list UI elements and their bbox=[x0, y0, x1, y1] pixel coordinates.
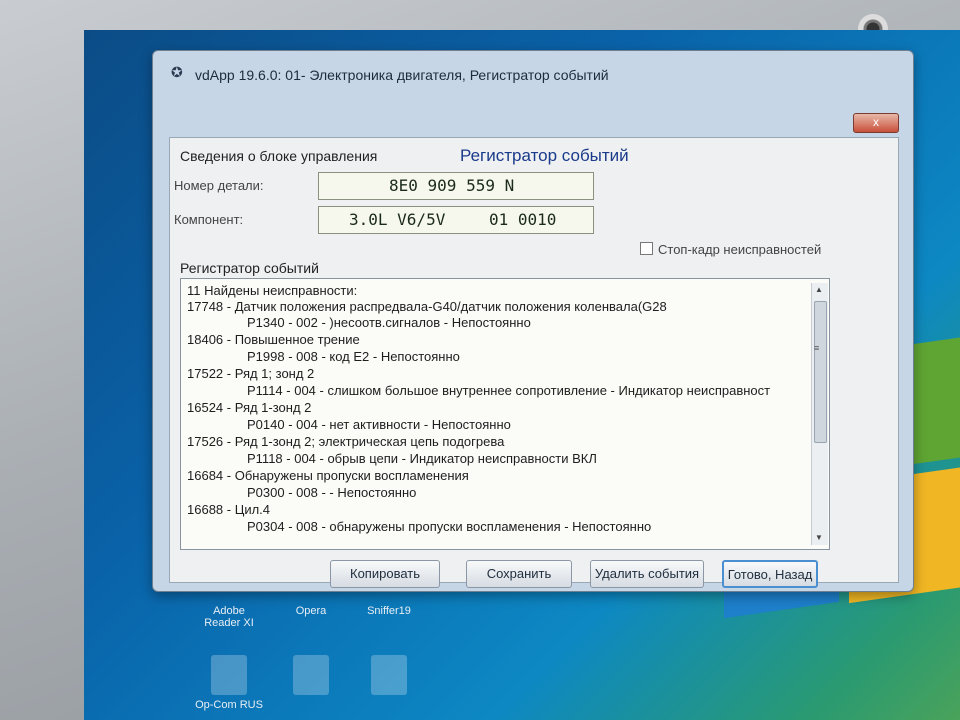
part-number-value: 8E0 909 559 N bbox=[389, 176, 515, 195]
close-button[interactable]: x bbox=[853, 113, 899, 133]
list-item: 16524 - Ряд 1-зонд 2 bbox=[187, 400, 312, 415]
event-log-list[interactable]: 11 Найдены неисправности: 17748 - Датчик… bbox=[180, 278, 830, 550]
window-title: vdApp 19.6.0: 01- Электроника двигателя,… bbox=[195, 67, 609, 83]
list-item: P0300 - 008 - - Непостоянно bbox=[247, 485, 417, 500]
list-item: 18406 - Повышенное трение bbox=[187, 332, 360, 347]
component-value: 3.0L V6/5V bbox=[349, 210, 446, 229]
list-item: P1114 - 004 - слишком большое внутреннее… bbox=[247, 383, 771, 398]
copy-button[interactable]: Копировать bbox=[330, 560, 440, 588]
desktop-icon-label: Adobe Reader XI bbox=[204, 605, 254, 629]
vertical-scrollbar[interactable]: ▲ ≡ ▼ bbox=[811, 283, 828, 545]
desktop-icon-adobe[interactable]: Adobe Reader XI bbox=[194, 605, 264, 629]
scroll-thumb[interactable] bbox=[814, 301, 827, 443]
component-label: Компонент: bbox=[174, 212, 244, 227]
scroll-up-icon[interactable]: ▲ bbox=[815, 285, 823, 294]
desktop-icon-sniffer[interactable]: Sniffer19 bbox=[354, 605, 424, 617]
freeze-frame-checkbox[interactable]: Стоп-кадр неисправностей bbox=[640, 242, 821, 257]
desktop-icons: Adobe Reader XI Opera Sniffer19 Op-Com R… bbox=[194, 605, 554, 720]
list-item: 17748 - Датчик положения распредвала-G40… bbox=[187, 299, 667, 314]
component-field: 3.0L V6/5V 01 0010 bbox=[318, 206, 594, 234]
page-title: Регистратор событий bbox=[460, 146, 629, 165]
title-bar[interactable]: ✪ vdApp 19.6.0: 01- Электроника двигател… bbox=[153, 51, 913, 95]
app-window: ✪ vdApp 19.6.0: 01- Электроника двигател… bbox=[152, 50, 914, 592]
dialog-body: Сведения о блоке управления Регистратор … bbox=[169, 137, 899, 588]
part-number-label: Номер детали: bbox=[174, 178, 264, 193]
list-item: 17522 - Ряд 1; зонд 2 bbox=[187, 366, 315, 381]
desktop-icon-opera[interactable]: Opera bbox=[276, 605, 346, 617]
list-item: 11 Найдены неисправности: bbox=[187, 283, 358, 298]
desktop-icon-shortcut[interactable] bbox=[276, 655, 346, 699]
program-icon bbox=[293, 655, 329, 695]
list-item: P0140 - 004 - нет активности - Непостоян… bbox=[247, 417, 511, 432]
list-item: P1118 - 004 - обрыв цепи - Индикатор неи… bbox=[247, 451, 597, 466]
delete-events-button[interactable]: Удалить события bbox=[590, 560, 704, 588]
list-item: P1340 - 002 - )несоотв.сигналов - Непост… bbox=[247, 315, 531, 330]
grip-icon: ≡ bbox=[814, 343, 820, 353]
desktop-icon-label: Op-Com RUS bbox=[195, 699, 263, 711]
desktop-icon-label: Sniffer19 bbox=[367, 605, 411, 617]
freeze-frame-label: Стоп-кадр неисправностей bbox=[658, 242, 822, 257]
control-unit-group-label: Сведения о блоке управления bbox=[180, 148, 378, 164]
done-back-button[interactable]: Готово, Назад bbox=[722, 560, 818, 588]
scroll-down-icon[interactable]: ▼ bbox=[815, 533, 823, 542]
list-item: 16688 - Цил.4 bbox=[187, 502, 271, 517]
program-icon bbox=[211, 655, 247, 695]
event-log-label: Регистратор событий bbox=[180, 260, 319, 276]
save-button[interactable]: Сохранить bbox=[466, 560, 572, 588]
desktop-icon-file[interactable] bbox=[354, 655, 424, 699]
app-icon: ✪ bbox=[171, 64, 183, 80]
list-item: P1998 - 008 - код E2 - Непостоянно bbox=[247, 349, 460, 364]
desktop: Adobe Reader XI Opera Sniffer19 Op-Com R… bbox=[84, 30, 960, 720]
list-item: 16684 - Обнаружены пропуски воспламенени… bbox=[187, 468, 469, 483]
program-icon bbox=[371, 655, 407, 695]
desktop-icon-label: Opera bbox=[295, 605, 327, 617]
component-code: 01 0010 bbox=[489, 210, 557, 229]
part-number-field: 8E0 909 559 N bbox=[318, 172, 594, 200]
desktop-icon-opcom[interactable]: Op-Com RUS bbox=[194, 655, 264, 711]
list-item: 17526 - Ряд 1-зонд 2; электрическая цепь… bbox=[187, 434, 505, 449]
list-item: P0304 - 008 - обнаружены пропуски воспла… bbox=[247, 519, 652, 534]
checkbox-icon[interactable] bbox=[640, 242, 653, 255]
